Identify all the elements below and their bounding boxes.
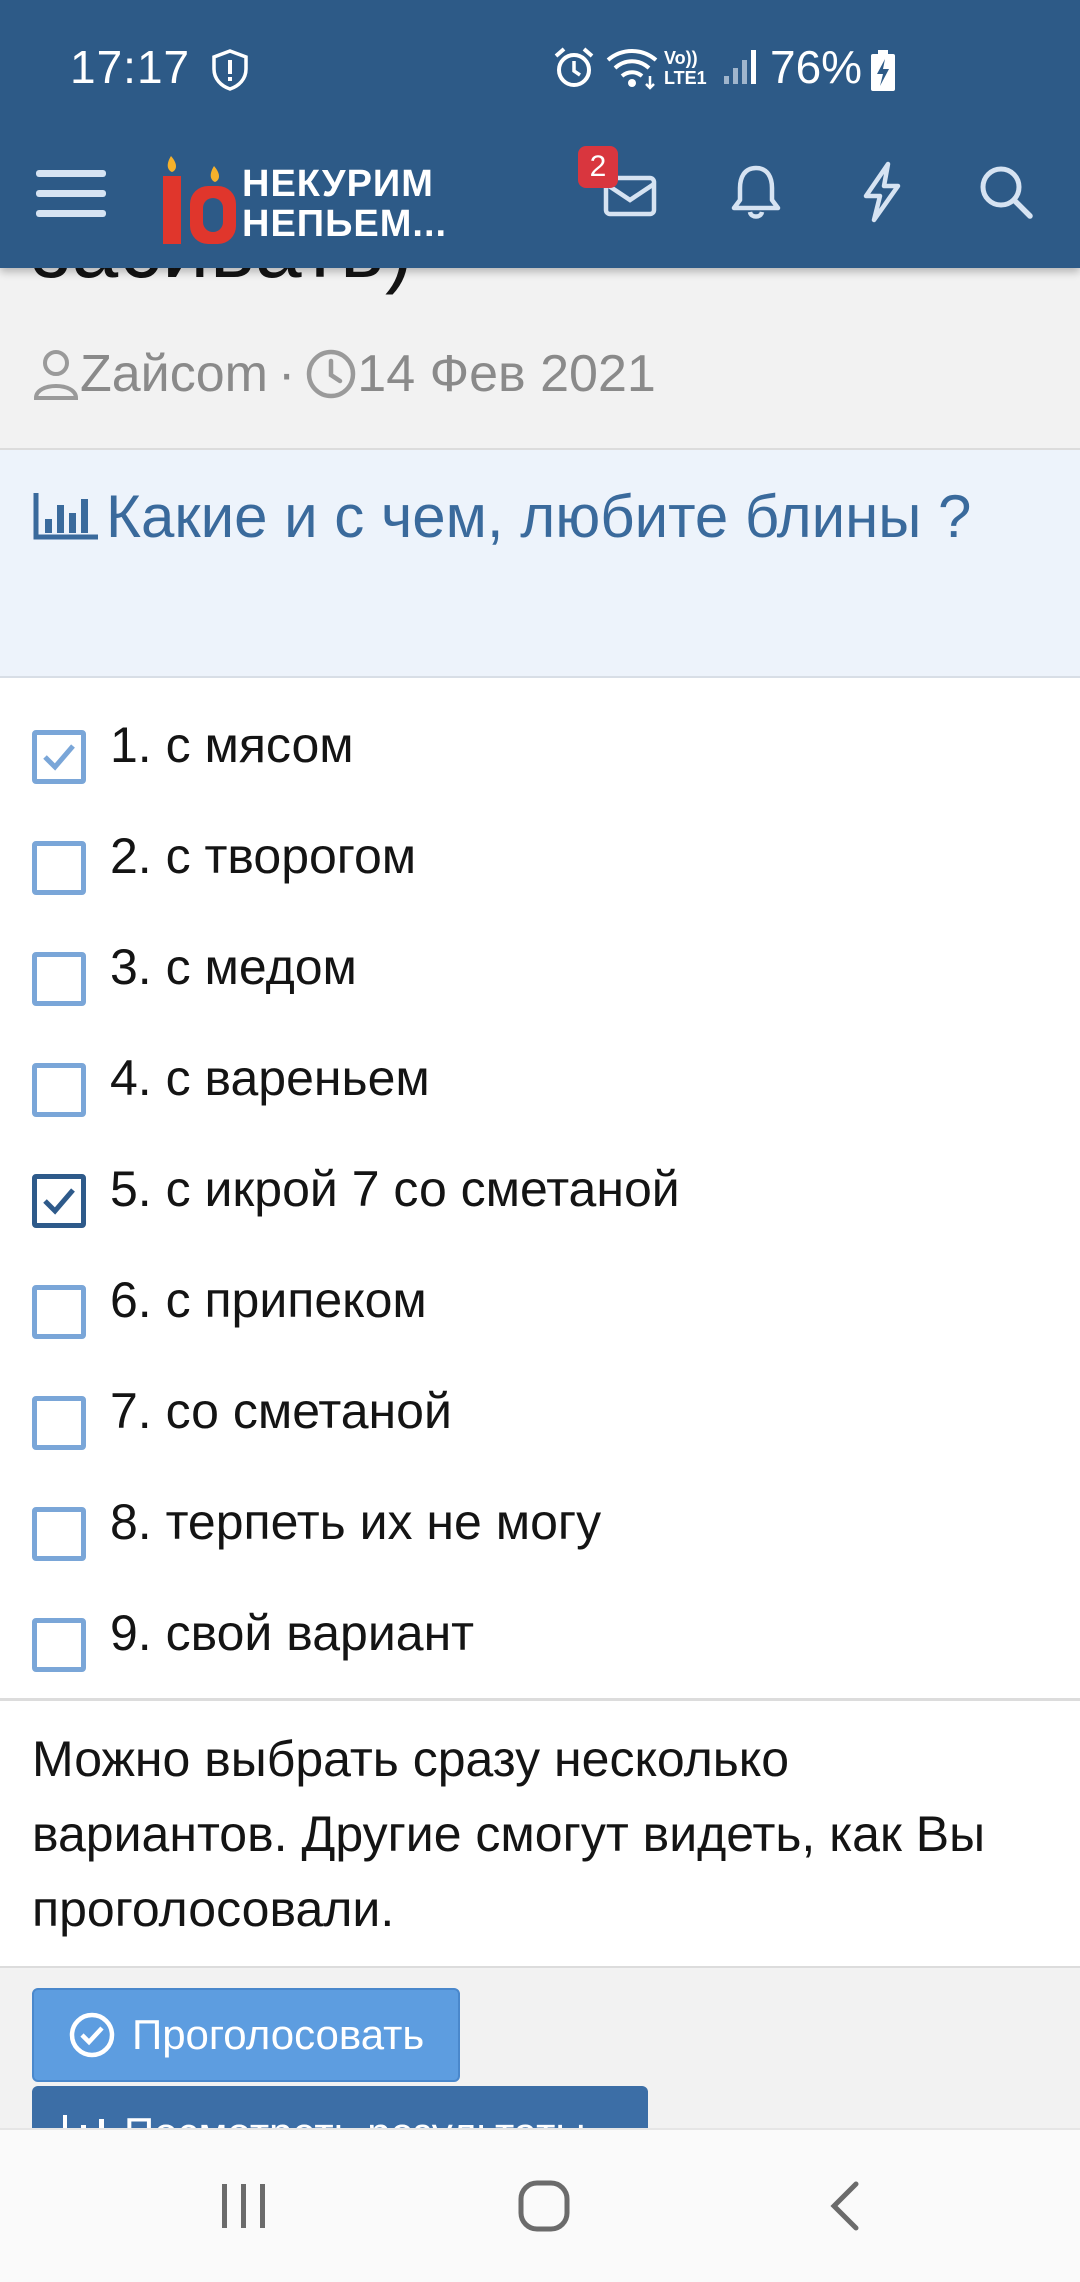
option-checkbox[interactable] bbox=[32, 1063, 86, 1117]
network-label: Vo)) LTE1 bbox=[664, 48, 707, 88]
option-checkbox-checked[interactable] bbox=[32, 1174, 86, 1228]
thread-date[interactable]: 14 Фев 2021 bbox=[357, 344, 656, 404]
home-icon[interactable] bbox=[516, 2178, 572, 2234]
bar-chart-icon bbox=[33, 493, 98, 540]
system-navigation-bar bbox=[0, 2128, 1080, 2282]
check-circle-icon bbox=[69, 2012, 115, 2058]
poll-question: Какие и с чем, любите блины ? bbox=[106, 483, 972, 550]
thread-meta: Zaйcom · 14 Фев 2021 bbox=[32, 344, 656, 404]
option-label: 2. с творогом bbox=[110, 828, 417, 884]
option-label: 4. с вареньем bbox=[110, 1050, 430, 1106]
option-label: 5. с икрой 7 со сметаной bbox=[110, 1161, 680, 1217]
option-label: 6. с припеком bbox=[110, 1272, 427, 1328]
option-checkbox[interactable] bbox=[32, 841, 86, 895]
alarm-icon bbox=[554, 47, 594, 87]
menu-icon[interactable] bbox=[36, 162, 106, 226]
option-label: 3. с медом bbox=[110, 939, 357, 995]
option-checkbox[interactable] bbox=[32, 1507, 86, 1561]
poll-option[interactable]: 6. с припеком bbox=[0, 1255, 1080, 1355]
logo-text: НЕКУРИМ НЕПЬЕМ... bbox=[242, 164, 447, 244]
option-checkbox[interactable] bbox=[32, 1285, 86, 1339]
option-label: 7. со сметаной bbox=[110, 1383, 452, 1439]
poll-actions: Проголосовать Посмотреть результаты bbox=[0, 1966, 1080, 2128]
meta-separator: · bbox=[277, 345, 296, 403]
status-bar: 17:17 Vo)) LTE1 76% bbox=[0, 0, 1080, 130]
poll-option[interactable]: 8. терпеть их не могу bbox=[0, 1477, 1080, 1577]
checkmark-icon bbox=[43, 744, 75, 771]
shield-icon bbox=[212, 49, 248, 91]
search-icon[interactable] bbox=[974, 160, 1038, 224]
back-icon[interactable] bbox=[820, 2178, 876, 2234]
option-checkbox[interactable] bbox=[32, 1396, 86, 1450]
app-header: 17:17 Vo)) LTE1 76% НЕКУРИМ НЕПЬЕМ... 2 bbox=[0, 0, 1080, 268]
thread-author-link[interactable]: Zaйcom bbox=[80, 344, 268, 404]
option-checkbox[interactable] bbox=[32, 952, 86, 1006]
poll-option[interactable]: 9. свой вариант bbox=[0, 1588, 1080, 1688]
poll-option[interactable]: 5. с икрой 7 со сметаной bbox=[0, 1144, 1080, 1244]
bar-chart-icon bbox=[63, 2115, 104, 2128]
poll-header: Какие и с чем, любите блины ? bbox=[0, 450, 1080, 678]
site-logo[interactable]: НЕКУРИМ НЕПЬЕМ... bbox=[158, 150, 468, 250]
logo-candles-icon bbox=[163, 156, 236, 244]
recent-apps-icon[interactable] bbox=[216, 2178, 272, 2234]
vote-button[interactable]: Проголосовать bbox=[32, 1988, 460, 2082]
divider bbox=[0, 1698, 1080, 1701]
poll-option[interactable]: 3. с медом bbox=[0, 922, 1080, 1022]
user-icon bbox=[33, 350, 79, 400]
logo-line-2: НЕПЬЕМ... bbox=[242, 203, 448, 245]
option-label: 8. терпеть их не могу bbox=[110, 1494, 602, 1550]
view-results-label: Посмотреть результаты bbox=[124, 2109, 586, 2128]
poll-title: Какие и с чем, любите блины ? bbox=[32, 472, 1052, 562]
status-time: 17:17 bbox=[70, 41, 191, 93]
poll-option[interactable]: 1. с мясом bbox=[0, 700, 1080, 800]
battery-charging-icon bbox=[871, 50, 895, 91]
option-checkbox-checked[interactable] bbox=[32, 730, 86, 784]
vote-button-label: Проголосовать bbox=[132, 2011, 425, 2058]
option-label: 9. свой вариант bbox=[110, 1605, 475, 1661]
checkmark-icon bbox=[43, 1188, 75, 1215]
wifi-icon bbox=[606, 49, 658, 90]
poll-option[interactable]: 7. со сметаной bbox=[0, 1366, 1080, 1466]
signal-icon bbox=[724, 50, 756, 84]
network-label-top: Vo)) bbox=[664, 48, 698, 68]
battery-percent: 76% bbox=[770, 41, 863, 93]
option-checkbox[interactable] bbox=[32, 1618, 86, 1672]
view-results-button[interactable]: Посмотреть результаты bbox=[32, 2086, 648, 2128]
poll-hint: Можно выбрать сразу несколько вариантов.… bbox=[32, 1731, 986, 1937]
nav-bar: НЕКУРИМ НЕПЬЕМ... 2 bbox=[0, 130, 1080, 268]
option-label: 1. с мясом bbox=[110, 717, 354, 773]
lightning-icon[interactable] bbox=[850, 160, 914, 224]
page-content: засивать) Zaйcom · 14 Фев 2021 Какие и bbox=[0, 0, 1080, 2128]
poll-option[interactable]: 2. с творогом bbox=[0, 811, 1080, 911]
logo-line-1: НЕКУРИМ bbox=[242, 163, 434, 205]
inbox-badge: 2 bbox=[578, 146, 618, 188]
bell-icon[interactable] bbox=[724, 160, 788, 224]
network-label-bottom: LTE1 bbox=[664, 68, 707, 88]
poll-option[interactable]: 4. с вареньем bbox=[0, 1033, 1080, 1133]
clock-icon bbox=[307, 349, 356, 399]
